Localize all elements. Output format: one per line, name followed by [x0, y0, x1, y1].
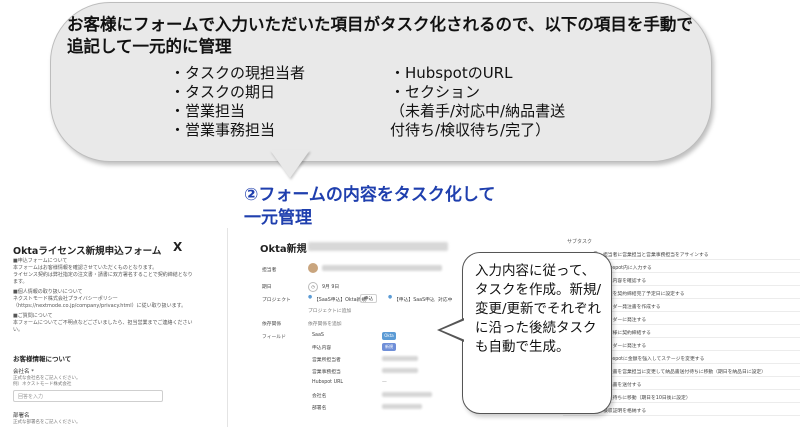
add-dependency-link[interactable]: 依存関係を追加 [308, 320, 342, 327]
bubble-left-list: ・タスクの現担当者 ・タスクの期日 ・営業担当 ・営業事務担当 [170, 64, 305, 140]
project-chip-2-state[interactable]: 対応中 [438, 296, 452, 303]
calendar-icon[interactable]: ◷ [308, 282, 318, 292]
task-title[interactable]: Okta新規 [260, 240, 307, 255]
subtask-label: 検収証明を格納する [603, 409, 647, 414]
fields-label: フィールド [262, 335, 286, 340]
field-saas: SaaS [312, 333, 324, 338]
dependencies-label: 依存関係 [262, 322, 282, 327]
form-description-line: 本フォームはお客様情報を確認させていただくものとなります。 [13, 265, 158, 271]
customer-info-heading: お客様情報について [13, 355, 72, 363]
redacted-value [382, 368, 418, 373]
top-speech-bubble-tail [270, 150, 310, 178]
department-label: 部署名 [13, 413, 30, 419]
bubble-left-item: ・営業事務担当 [170, 121, 276, 139]
form-description-line: ■申込フォームについて [13, 258, 68, 264]
bubble-right-item: 付待ち/検収待ち/完了） [390, 121, 551, 139]
application-type-badge[interactable]: 新規 [382, 343, 396, 351]
form-description-line: ます。 [13, 279, 28, 285]
project-dot-icon: ● [388, 295, 393, 300]
section-title-line2: 一元管理 [244, 208, 312, 228]
project-chip-2[interactable]: 【申込】SaaS申込 [394, 296, 435, 303]
due-date-label: 期日 [262, 285, 272, 290]
hubspot-url-empty[interactable]: — [382, 380, 387, 385]
field-company-name: 会社名 [312, 394, 327, 399]
project-chip-1[interactable]: 【SaaS申込】Okta新規 [314, 296, 366, 303]
subtask-label: 検収待ちに移動（期日を10日後に設定） [603, 396, 691, 401]
add-to-project-link[interactable]: プロジェクトに追加 [308, 307, 351, 314]
subtask-header: サブタスク [567, 239, 593, 245]
form-description-line: ネクストモード株式会社プライバシーポリシー [13, 296, 118, 302]
company-name-input[interactable]: 回答を入力 [13, 390, 163, 402]
form-description-line: い。 [13, 327, 24, 333]
right-speech-bubble-tail-fill [441, 320, 465, 340]
project-dot-icon: ● [308, 295, 313, 300]
subtask-label: 担当者に営業担当と営業事務担当をアサインする [603, 253, 709, 258]
form-description-line: ■個人情報の取り扱いについて [13, 289, 83, 295]
right-bubble-text: 入力内容に従って、タスクを作成。新規/変更/更新でそれぞれに沿った後続タスクも自… [475, 263, 602, 355]
project-label: プロジェクト [262, 298, 291, 303]
department-help: 正式な部署名をご記入ください。 [13, 420, 81, 425]
redacted-assignee [322, 265, 442, 271]
redacted-company-name [308, 242, 448, 251]
form-description-line: ライセンス契約は弊社指定の注文書・請書に双方署名することで契約締結となり [13, 272, 193, 278]
close-icon[interactable]: X [173, 240, 182, 254]
bubble-right-item: ・セクション [390, 83, 481, 101]
bubble-right-item: （未着手/対応中/納品書送 [390, 102, 566, 120]
field-sales-rep: 営業所担当者 [312, 358, 341, 363]
application-form-panel: Oktaライセンス新規申込フォーム X ■申込フォームについて 本フォームはお客… [0, 228, 228, 427]
field-application-type: 申込内容 [312, 346, 332, 351]
subtask-label: Hubspotに金額を強入してステージを変更する [603, 357, 705, 362]
company-name-label: 会社名 * [13, 369, 34, 375]
field-hubspot-url: Hubspot URL [312, 380, 344, 385]
field-sales-admin: 営業事務担当 [312, 370, 341, 375]
bubble-left-item: ・タスクの期日 [170, 83, 276, 101]
avatar[interactable] [308, 263, 318, 273]
due-date-value[interactable]: 9月 9日 [322, 283, 339, 290]
bubble-left-item: ・営業担当 [170, 102, 246, 120]
section-title: ②フォームの内容をタスク化して 一元管理 [244, 184, 564, 230]
project-chip-1-state[interactable]: 申込 [360, 294, 378, 303]
field-department: 部署名 [312, 406, 327, 411]
assignee-label: 担当者 [262, 268, 277, 273]
bubble-left-item: ・タスクの現担当者 [170, 64, 306, 82]
redacted-value [382, 404, 422, 409]
redacted-value [382, 356, 418, 361]
company-name-example: 例）ネクストモード株式会社 [13, 382, 72, 387]
subtask-label: 発注書を営業担当に変更して納品書送付待ちに移動（期日を納品日に設定） [603, 370, 766, 375]
redacted-value [382, 392, 432, 397]
saas-badge[interactable]: Okta [382, 332, 396, 340]
subtask-label: 見積を契約締結完了予定日に設定する [603, 292, 685, 297]
bubble-headline: お客様にフォームで入力いただいた項目がタスク化されるので、以下の項目を手動で追記… [67, 15, 693, 56]
form-description-line: 本フォームについてご不明点などございましたら、担当営業までご連絡ください [13, 320, 193, 326]
form-title: Oktaライセンス新規申込フォーム [13, 246, 162, 257]
form-description-line: ■ご質問について [13, 313, 53, 319]
section-title-line1: ②フォームの内容をタスク化して [244, 185, 496, 205]
bubble-right-item: ・HubspotのURL [390, 64, 513, 82]
form-description-line: （https://nextmode.co.jp/company/privacy.… [13, 303, 187, 309]
bubble-right-list: ・HubspotのURL ・セクション （未着手/対応中/納品書送 付待ち/検収… [390, 64, 565, 140]
